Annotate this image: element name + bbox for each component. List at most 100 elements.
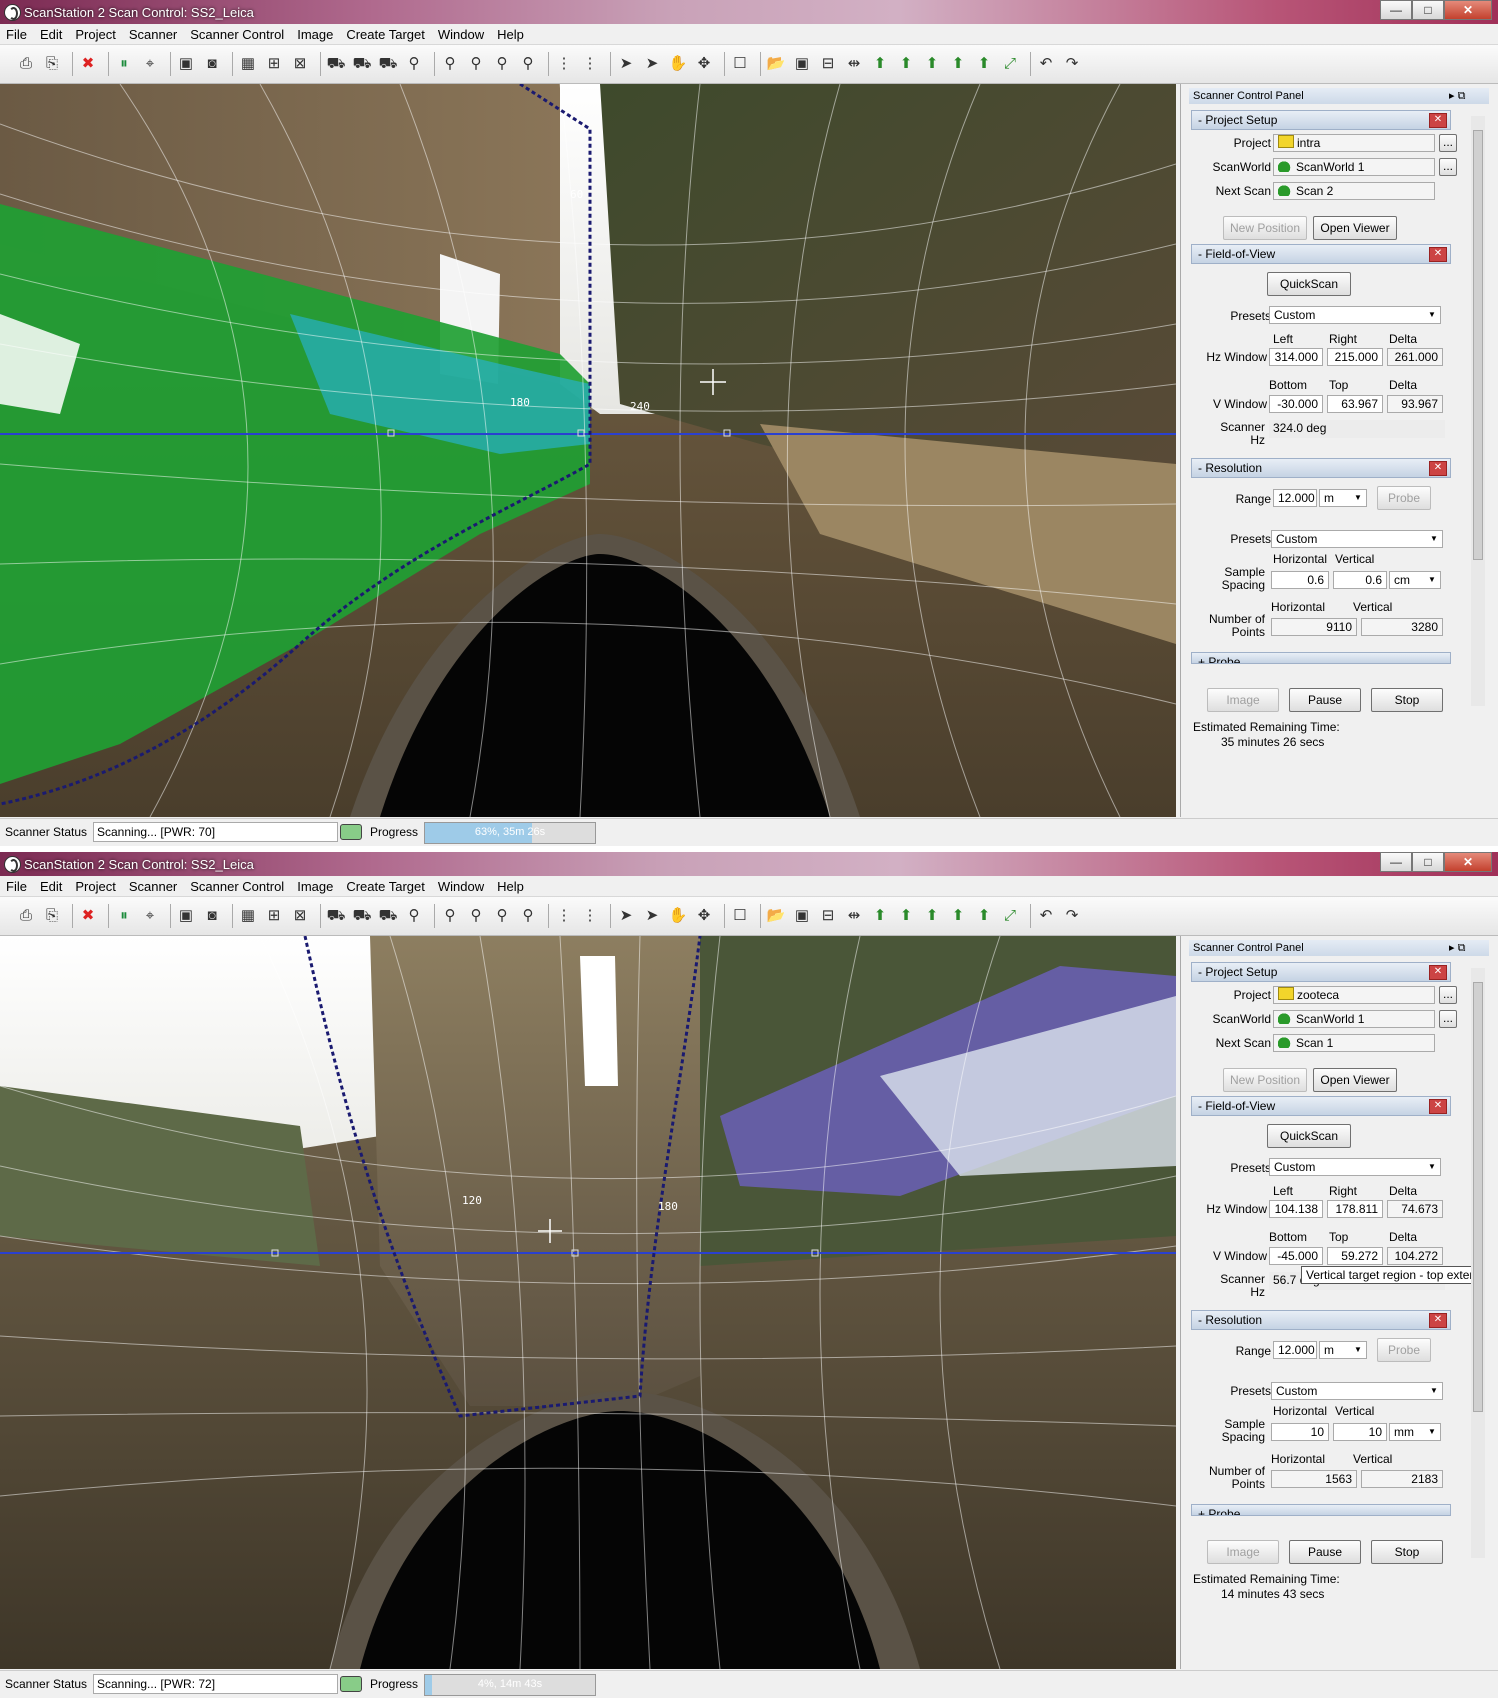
menu-image[interactable]: Image bbox=[291, 876, 340, 894]
pointer-icon[interactable]: ➤ bbox=[616, 906, 636, 926]
menu-image[interactable]: Image bbox=[291, 24, 340, 42]
range-unit-select[interactable]: m ▼ bbox=[1319, 1341, 1367, 1359]
target-3-icon[interactable]: ⬆ bbox=[922, 906, 942, 926]
pointer-icon[interactable]: ➤ bbox=[616, 54, 636, 74]
image-icon[interactable]: ▣ bbox=[176, 54, 196, 74]
menu-window[interactable]: Window bbox=[432, 24, 491, 42]
fence-icon[interactable]: ⊟ bbox=[818, 906, 838, 926]
v-top-field[interactable]: 59.272 bbox=[1327, 1247, 1383, 1265]
browse-project-button[interactable]: ... bbox=[1439, 134, 1457, 152]
pause-icon[interactable]: ⏸ bbox=[114, 906, 134, 926]
delete-target-icon[interactable]: ⊠ bbox=[290, 906, 310, 926]
target-4-icon[interactable]: ⬆ bbox=[948, 906, 968, 926]
close-icon[interactable]: ✕ bbox=[1429, 1313, 1447, 1328]
res-presets-select[interactable]: Custom ▼ bbox=[1271, 1382, 1443, 1400]
new-position-button[interactable]: New Position bbox=[1223, 1068, 1307, 1092]
range-field[interactable]: 12.000 bbox=[1273, 1341, 1317, 1359]
pause-icon[interactable]: ⏸ bbox=[114, 54, 134, 74]
probe-icon[interactable]: ⚲ bbox=[404, 906, 424, 926]
maximize-button[interactable]: □ bbox=[1412, 852, 1444, 872]
menu-file[interactable]: File bbox=[0, 876, 34, 894]
measure-icon[interactable]: ⤢ bbox=[1000, 54, 1020, 74]
open-viewer-button[interactable]: Open Viewer bbox=[1313, 216, 1397, 240]
vehicle-2-icon[interactable]: ⛟ bbox=[352, 54, 372, 74]
section-project-setup[interactable]: - Project Setup ✕ bbox=[1191, 110, 1451, 130]
level-icon[interactable]: ⇹ bbox=[844, 906, 864, 926]
close-icon[interactable]: ✕ bbox=[1429, 965, 1447, 980]
probe-2-icon[interactable]: ⚲ bbox=[440, 906, 460, 926]
stop-red-icon[interactable]: ✖ bbox=[78, 906, 98, 926]
select-grid-2-icon[interactable]: ⋮ bbox=[580, 906, 600, 926]
probe-2-icon[interactable]: ⚲ bbox=[440, 54, 460, 74]
vehicle-3-icon[interactable]: ⛟ bbox=[378, 54, 398, 74]
target-2-icon[interactable]: ⬆ bbox=[896, 54, 916, 74]
quickscan-button[interactable]: QuickScan bbox=[1267, 1124, 1351, 1148]
vehicle-icon[interactable]: ⛟ bbox=[326, 906, 346, 926]
close-icon[interactable]: ✕ bbox=[1429, 113, 1447, 128]
section-resolution[interactable]: - Resolution ✕ bbox=[1191, 458, 1451, 478]
v-bottom-field[interactable]: -30.000 bbox=[1269, 395, 1323, 413]
section-field-of-view[interactable]: - Field-of-View ✕ bbox=[1191, 1096, 1451, 1116]
quickscan-button[interactable]: QuickScan bbox=[1267, 272, 1351, 296]
scrollbar-thumb[interactable] bbox=[1473, 982, 1483, 1412]
select-grid-2-icon[interactable]: ⋮ bbox=[580, 54, 600, 74]
menu-scanner-control[interactable]: Scanner Control bbox=[184, 876, 291, 894]
grid-target-icon[interactable]: ⌖ bbox=[140, 54, 160, 74]
scrollbar-thumb[interactable] bbox=[1473, 130, 1483, 560]
maximize-button[interactable]: □ bbox=[1412, 0, 1444, 20]
move-icon[interactable]: ✥ bbox=[694, 906, 714, 926]
select-grid-icon[interactable]: ⋮ bbox=[554, 906, 574, 926]
res-presets-select[interactable]: Custom ▼ bbox=[1271, 530, 1443, 548]
spacing-h-field[interactable]: 0.6 bbox=[1271, 571, 1329, 589]
window-icon[interactable]: ☐ bbox=[730, 54, 750, 74]
image-icon[interactable]: ▣ bbox=[176, 906, 196, 926]
fit-icon[interactable]: ▣ bbox=[792, 906, 812, 926]
target-icon[interactable]: ⬆ bbox=[870, 54, 890, 74]
redo-icon[interactable]: ↷ bbox=[1062, 906, 1082, 926]
move-icon[interactable]: ✥ bbox=[694, 54, 714, 74]
redo-icon[interactable]: ↷ bbox=[1062, 54, 1082, 74]
close-icon[interactable]: ✕ bbox=[1429, 461, 1447, 476]
fov-presets-select[interactable]: Custom ▼ bbox=[1269, 1158, 1441, 1176]
browse-project-button[interactable]: ... bbox=[1439, 986, 1457, 1004]
probe-icon[interactable]: ⚲ bbox=[404, 54, 424, 74]
fence-icon[interactable]: ⊟ bbox=[818, 54, 838, 74]
panel-pin-icon[interactable]: ▸ ⧉ bbox=[1449, 940, 1489, 956]
probe-5-icon[interactable]: ⚲ bbox=[518, 906, 538, 926]
delete-target-icon[interactable]: ⊠ bbox=[290, 54, 310, 74]
select-grid-icon[interactable]: ⋮ bbox=[554, 54, 574, 74]
menu-edit[interactable]: Edit bbox=[34, 876, 69, 894]
scan-station-icon[interactable]: ⎙ bbox=[16, 906, 36, 926]
scan-icon[interactable]: ⎘ bbox=[42, 54, 62, 74]
probe-button[interactable]: Probe bbox=[1377, 1338, 1431, 1362]
menu-help[interactable]: Help bbox=[491, 876, 531, 894]
hz-left-field[interactable]: 104.138 bbox=[1269, 1200, 1323, 1218]
pan-hand-icon[interactable]: ✋ bbox=[668, 54, 688, 74]
open-folder-icon[interactable]: 📂 bbox=[766, 906, 786, 926]
section-resolution[interactable]: - Resolution ✕ bbox=[1191, 1310, 1451, 1330]
close-button[interactable]: ✕ bbox=[1444, 852, 1492, 872]
v-top-field[interactable]: 63.967 bbox=[1327, 395, 1383, 413]
target-icon[interactable]: ⬆ bbox=[870, 906, 890, 926]
vehicle-icon[interactable]: ⛟ bbox=[326, 54, 346, 74]
menu-window[interactable]: Window bbox=[432, 876, 491, 894]
camera-icon[interactable]: ◙ bbox=[202, 54, 222, 74]
browse-scanworld-button[interactable]: ... bbox=[1439, 1010, 1457, 1028]
panorama-view[interactable] bbox=[0, 84, 1176, 817]
menu-create-target[interactable]: Create Target bbox=[340, 24, 432, 42]
close-icon[interactable]: ✕ bbox=[1429, 1099, 1447, 1114]
undo-icon[interactable]: ↶ bbox=[1036, 906, 1056, 926]
menu-scanner[interactable]: Scanner bbox=[123, 876, 184, 894]
measure-icon[interactable]: ⤢ bbox=[1000, 906, 1020, 926]
spacing-v-field[interactable]: 10 bbox=[1333, 1423, 1387, 1441]
menu-project[interactable]: Project bbox=[69, 24, 122, 42]
panorama-view[interactable] bbox=[0, 936, 1176, 1669]
target-2-icon[interactable]: ⬆ bbox=[896, 906, 916, 926]
pause-button[interactable]: Pause bbox=[1289, 688, 1361, 712]
menu-edit[interactable]: Edit bbox=[34, 24, 69, 42]
v-bottom-field[interactable]: -45.000 bbox=[1269, 1247, 1323, 1265]
menu-scanner[interactable]: Scanner bbox=[123, 24, 184, 42]
range-unit-select[interactable]: m ▼ bbox=[1319, 489, 1367, 507]
browse-scanworld-button[interactable]: ... bbox=[1439, 158, 1457, 176]
image-button[interactable]: Image bbox=[1207, 1540, 1279, 1564]
